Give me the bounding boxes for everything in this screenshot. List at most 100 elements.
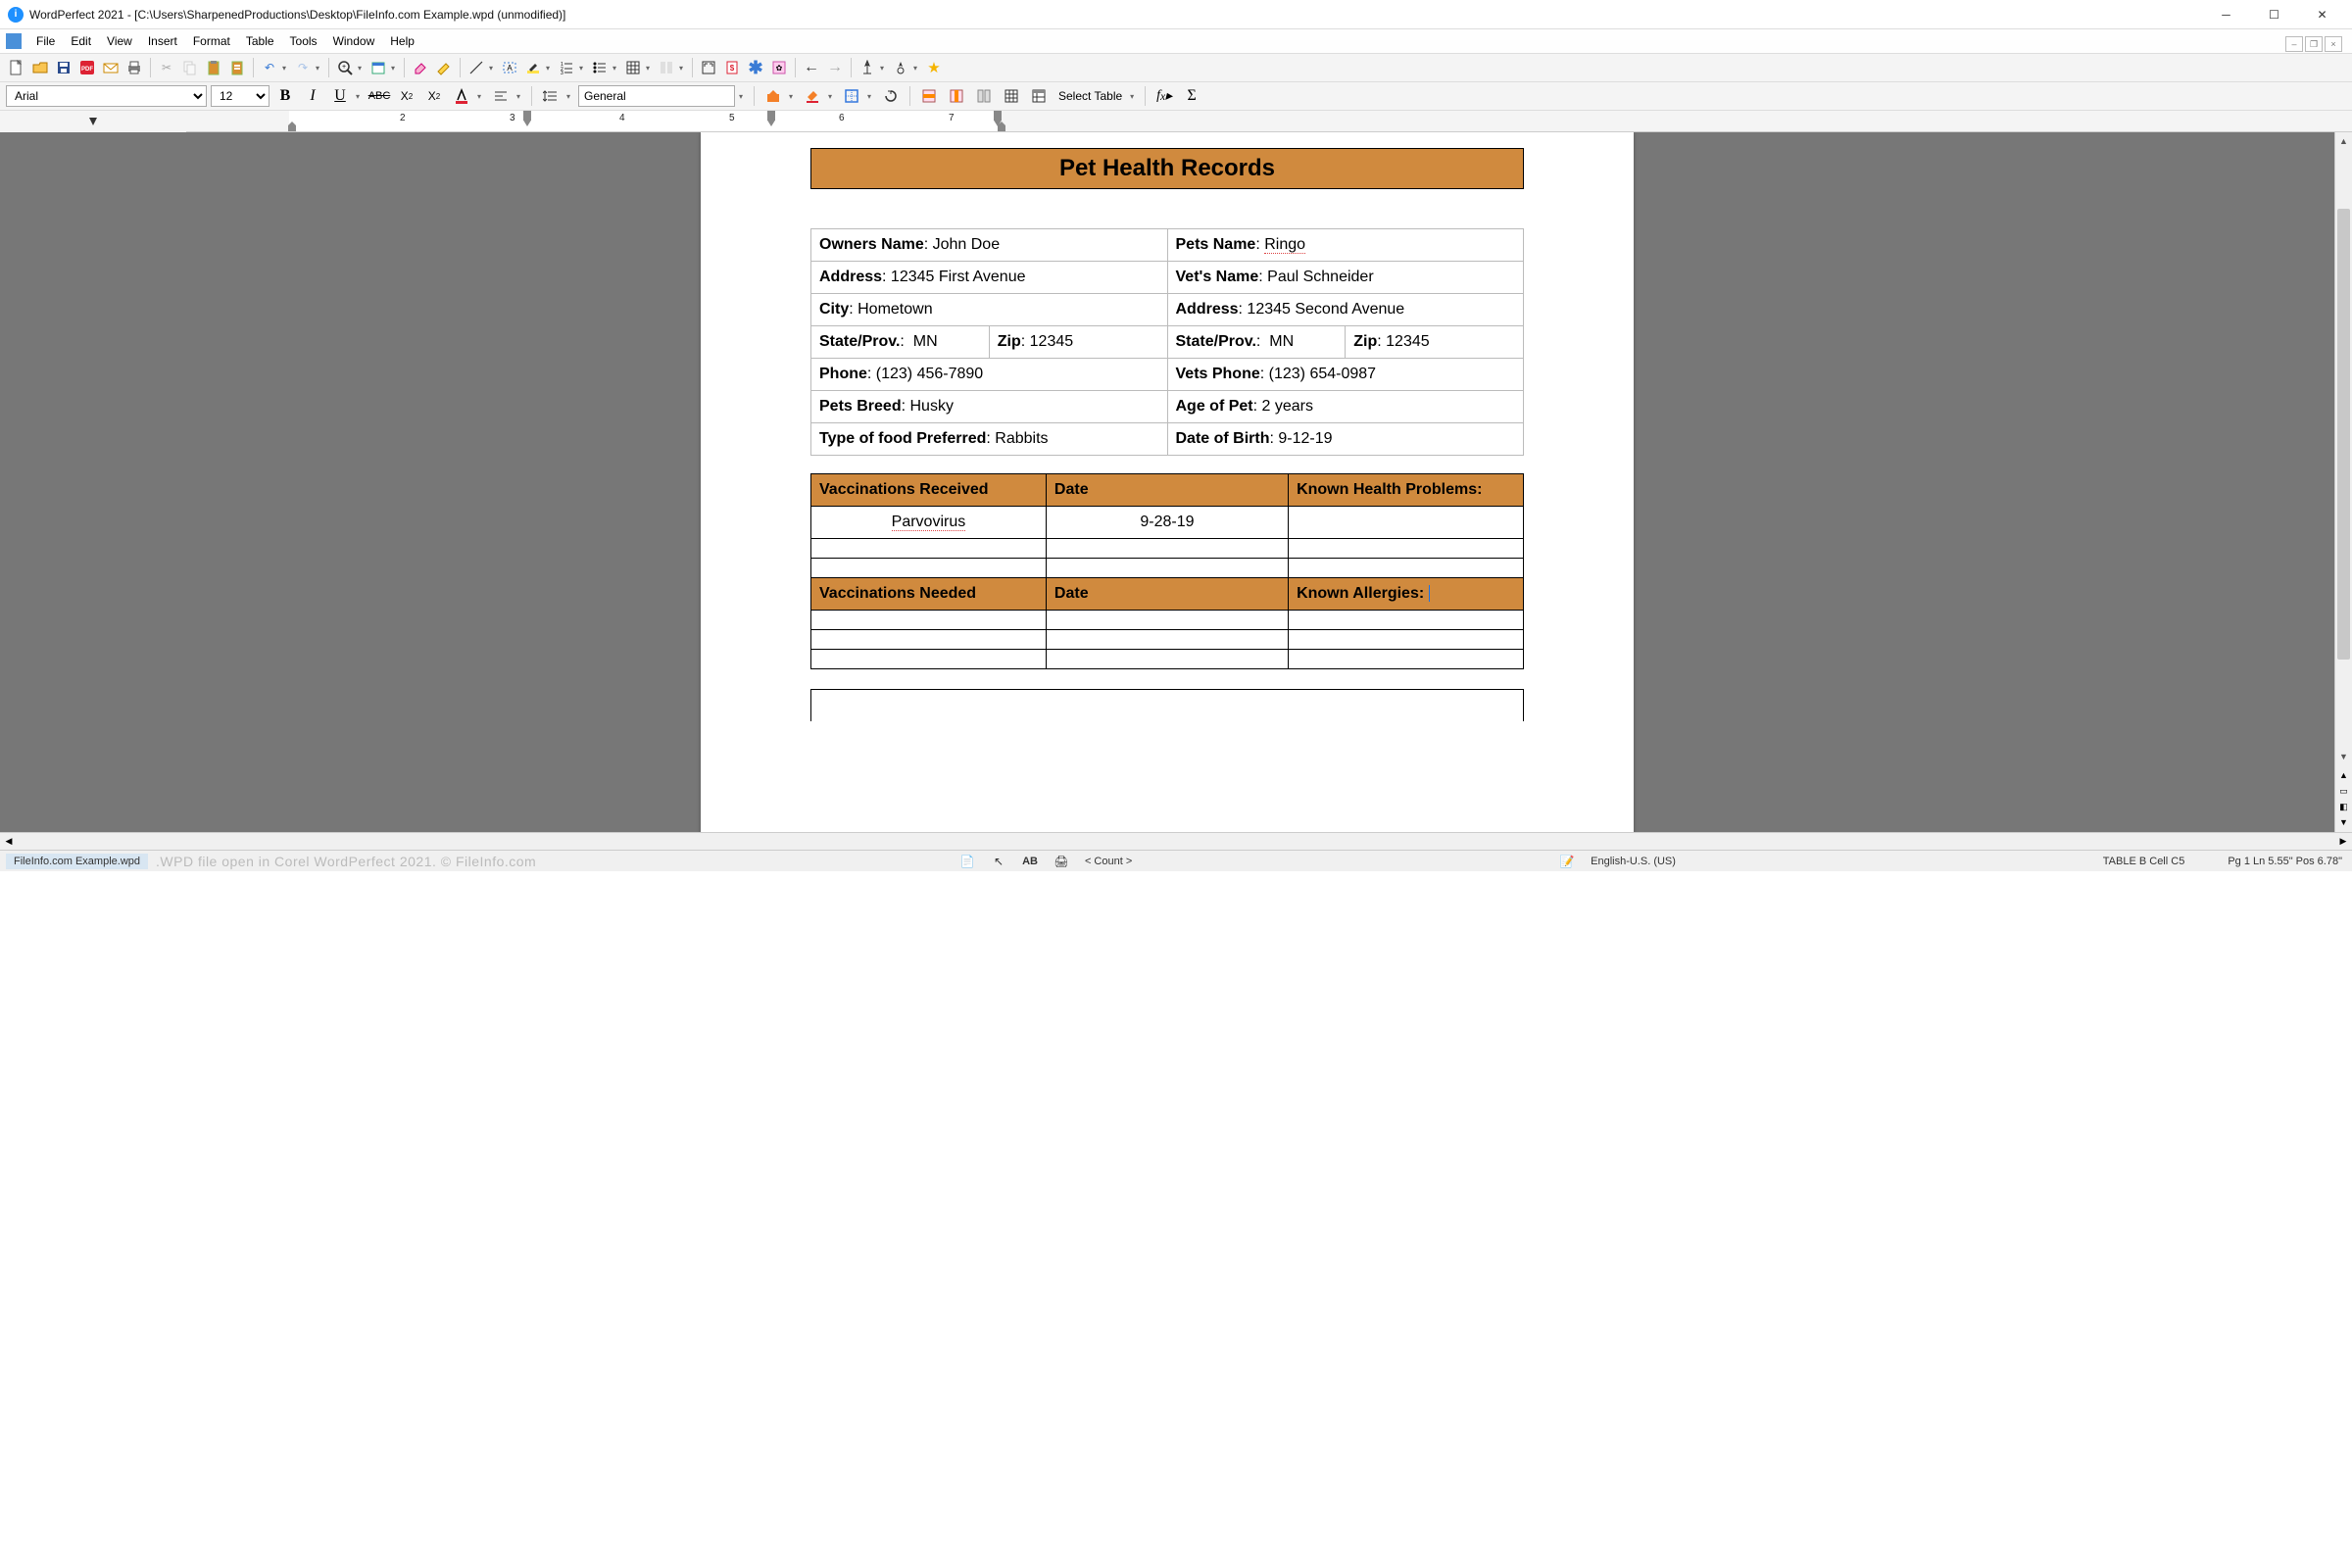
underline-button[interactable]: U: [328, 85, 352, 107]
browse-object-icon[interactable]: ◧: [2337, 800, 2351, 813]
menu-window[interactable]: Window: [326, 32, 382, 50]
status-filename[interactable]: FileInfo.com Example.wpd: [6, 854, 148, 869]
next-table-top[interactable]: [810, 689, 1524, 721]
status-spellcheck-icon[interactable]: 📝: [1555, 854, 1579, 869]
scroll-down-icon[interactable]: ▼: [2335, 748, 2352, 765]
status-position[interactable]: Pg 1 Ln 5.55" Pos 6.78": [2224, 856, 2346, 867]
perfect-expert-icon[interactable]: [857, 57, 878, 78]
align-dropdown[interactable]: ▾: [514, 85, 522, 107]
favorite-icon[interactable]: ★: [923, 57, 945, 78]
info-table[interactable]: Owners Name: John Doe Pets Name: Ringo A…: [810, 228, 1524, 456]
numbered-list-icon[interactable]: 123: [556, 57, 577, 78]
font-color-button[interactable]: [450, 85, 473, 107]
fill-button[interactable]: [761, 85, 785, 107]
table-dropdown[interactable]: ▾: [644, 57, 652, 78]
doc-system-icon[interactable]: [6, 33, 22, 49]
fullscreen-icon[interactable]: [698, 57, 719, 78]
style-dropdown[interactable]: ▾: [737, 85, 745, 107]
scroll-left-icon[interactable]: ◀: [0, 833, 18, 850]
status-printer-icon[interactable]: 🖨: [1050, 854, 1073, 869]
menu-view[interactable]: View: [100, 32, 139, 50]
insert-col-button[interactable]: [945, 85, 968, 107]
redo-icon[interactable]: ↷: [292, 57, 314, 78]
highlight2-dropdown[interactable]: ▾: [544, 57, 552, 78]
date-icon[interactable]: [368, 57, 389, 78]
copy-icon[interactable]: [179, 57, 201, 78]
cut-icon[interactable]: ✂: [156, 57, 177, 78]
highlight2-icon[interactable]: [522, 57, 544, 78]
zoom-dropdown[interactable]: ▾: [356, 57, 364, 78]
menu-edit[interactable]: Edit: [64, 32, 98, 50]
undo-dropdown[interactable]: ▾: [280, 57, 288, 78]
eraser-icon[interactable]: [410, 57, 431, 78]
cell-border-button[interactable]: [840, 85, 863, 107]
maximize-button[interactable]: ☐: [2252, 1, 2296, 28]
mail-icon[interactable]: [100, 57, 122, 78]
status-cursor-icon[interactable]: ↖: [987, 854, 1010, 869]
print-icon[interactable]: [123, 57, 145, 78]
prev-page-icon[interactable]: ▲: [2337, 768, 2351, 782]
macro-icon[interactable]: [890, 57, 911, 78]
sum-button[interactable]: Σ: [1180, 85, 1203, 107]
select-table-dropdown[interactable]: ▾: [1128, 85, 1136, 107]
menu-table[interactable]: Table: [239, 32, 281, 50]
macro-dropdown[interactable]: ▾: [911, 57, 919, 78]
paste-icon[interactable]: [203, 57, 224, 78]
subscript-button[interactable]: X2: [395, 85, 418, 107]
undo-icon[interactable]: ↶: [259, 57, 280, 78]
back-arrow-icon[interactable]: ←: [801, 57, 822, 78]
numlist-dropdown[interactable]: ▾: [577, 57, 585, 78]
status-language[interactable]: English-U.S. (US): [1587, 856, 1680, 867]
line-icon[interactable]: [466, 57, 487, 78]
italic-button[interactable]: I: [301, 85, 324, 107]
date-dropdown[interactable]: ▾: [389, 57, 397, 78]
menu-help[interactable]: Help: [383, 32, 421, 50]
close-button[interactable]: ✕: [2300, 1, 2344, 28]
style-select[interactable]: [578, 85, 735, 107]
special-char-icon[interactable]: ✿: [768, 57, 790, 78]
status-ab-icon[interactable]: AB: [1018, 856, 1042, 867]
cell-border-dropdown[interactable]: ▾: [865, 85, 873, 107]
forward-arrow-icon[interactable]: →: [824, 57, 846, 78]
strikethrough-button[interactable]: ABC: [368, 85, 391, 107]
expert-dropdown[interactable]: ▾: [878, 57, 886, 78]
insert-row-button[interactable]: [917, 85, 941, 107]
child-minimize-button[interactable]: –: [2285, 36, 2303, 52]
doc-title[interactable]: Pet Health Records: [810, 148, 1524, 189]
new-doc-icon[interactable]: [6, 57, 27, 78]
document-area[interactable]: Pet Health Records Owners Name: John Doe…: [0, 132, 2334, 832]
align-button[interactable]: [489, 85, 513, 107]
vaccinations-received-table[interactable]: Vaccinations Received Date Known Health …: [810, 473, 1524, 669]
menu-tools[interactable]: Tools: [283, 32, 324, 50]
browse-select-icon[interactable]: ▭: [2337, 784, 2351, 798]
minimize-button[interactable]: ─: [2204, 1, 2248, 28]
superscript-button[interactable]: X2: [422, 85, 446, 107]
horizontal-scrollbar[interactable]: ◀ ▶: [0, 832, 2352, 850]
status-table-cell[interactable]: TABLE B Cell C5: [2099, 856, 2189, 867]
columns-dropdown[interactable]: ▾: [677, 57, 685, 78]
font-name-select[interactable]: Arial: [6, 85, 207, 107]
child-close-button[interactable]: ×: [2325, 36, 2342, 52]
scroll-up-icon[interactable]: ▲: [2335, 132, 2352, 150]
status-count[interactable]: < Count >: [1081, 856, 1136, 867]
vertical-scrollbar[interactable]: ▲ ▼ ▲ ▭ ◧ ▼: [2334, 132, 2352, 832]
bold-button[interactable]: B: [273, 85, 297, 107]
zoom-icon[interactable]: +: [334, 57, 356, 78]
menu-format[interactable]: Format: [186, 32, 237, 50]
table-grid-icon[interactable]: [622, 57, 644, 78]
status-docinfo-icon[interactable]: 📄: [956, 854, 979, 869]
redo-dropdown[interactable]: ▾: [314, 57, 321, 78]
table-tools-button[interactable]: [1027, 85, 1051, 107]
scroll-thumb[interactable]: [2337, 209, 2350, 660]
bullist-dropdown[interactable]: ▾: [611, 57, 618, 78]
delete-row-button[interactable]: [972, 85, 996, 107]
line-dropdown[interactable]: ▾: [487, 57, 495, 78]
book-icon[interactable]: $: [721, 57, 743, 78]
font-size-select[interactable]: 12: [211, 85, 270, 107]
open-icon[interactable]: [29, 57, 51, 78]
menu-insert[interactable]: Insert: [141, 32, 184, 50]
line-spacing-button[interactable]: [539, 85, 563, 107]
scroll-right-icon[interactable]: ▶: [2334, 833, 2352, 850]
menu-file[interactable]: File: [29, 32, 62, 50]
page[interactable]: Pet Health Records Owners Name: John Doe…: [701, 132, 1634, 832]
